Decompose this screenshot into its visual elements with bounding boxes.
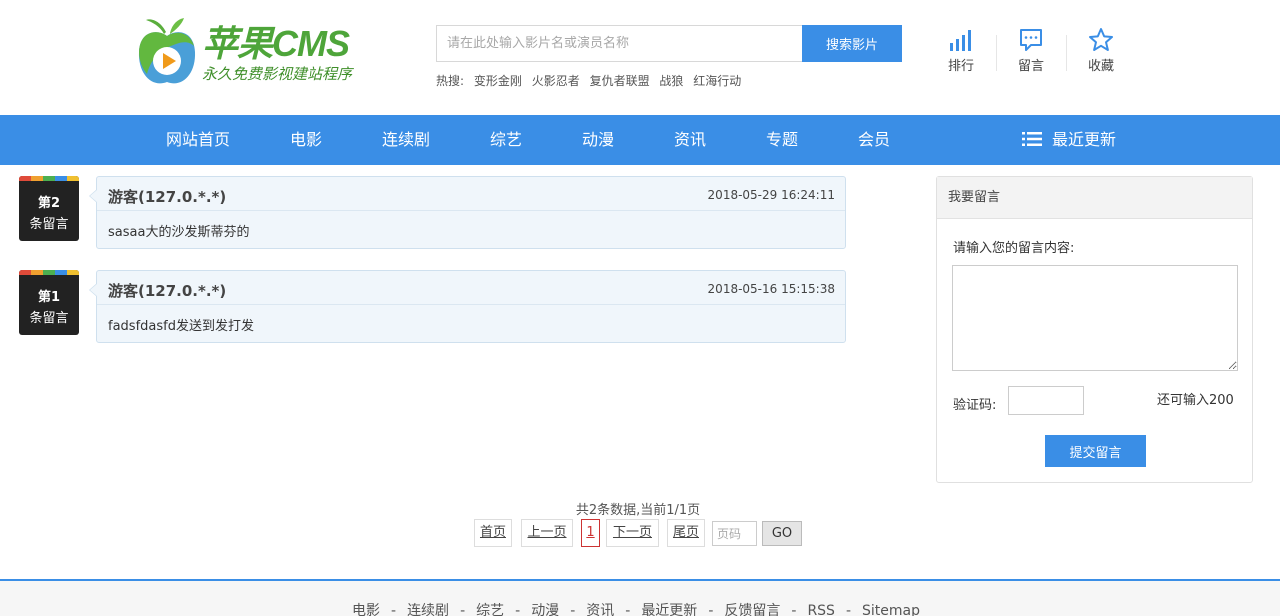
separator: - (391, 603, 397, 616)
separator: - (570, 603, 576, 616)
logo-title: 苹果CMS (202, 23, 350, 64)
go-button[interactable]: GO (762, 521, 802, 546)
message-time: 2018-05-16 15:15:38 (707, 282, 835, 296)
guestbook-link[interactable]: 留言 (1006, 27, 1056, 77)
prev-page-button[interactable]: 上一页 (521, 519, 573, 547)
message-item: 第2 条留言 游客(127.0.*.*) 2018-05-29 16:24:11… (19, 176, 847, 251)
message-number: 第2 (37, 196, 61, 211)
nav-item-anime[interactable]: 动漫 (582, 115, 614, 165)
ranking-link[interactable]: 排行 (936, 27, 986, 77)
message-icon (1020, 29, 1042, 51)
bar-chart-icon (950, 30, 971, 51)
message-header: 游客(127.0.*.*) 2018-05-16 15:15:38 (97, 271, 845, 305)
message-author: 游客(127.0.*.*) (108, 188, 227, 206)
message-textarea[interactable] (952, 265, 1238, 371)
footer-link-news[interactable]: 资讯 (586, 603, 614, 616)
content-label: 请输入您的留言内容: (953, 241, 1075, 256)
message-number-badge: 第2 条留言 (19, 176, 79, 241)
separator: - (625, 603, 631, 616)
site-logo[interactable]: 苹果CMS 永久免费影视建站程序 (136, 16, 376, 90)
separator: - (791, 603, 797, 616)
message-time: 2018-05-29 16:24:11 (707, 188, 835, 202)
separator: - (460, 603, 466, 616)
message-content: sasaa大的沙发斯蒂芬的 (108, 225, 250, 240)
nav-item-latest[interactable]: 最近更新 (1022, 115, 1116, 165)
search-button[interactable]: 搜索影片 (802, 25, 902, 62)
search-input[interactable] (436, 25, 802, 62)
separator: - (515, 603, 521, 616)
message-number-badge: 第1 条留言 (19, 270, 79, 335)
pagination-info: 共2条数据,当前1/1页 (575, 503, 701, 518)
hot-keyword[interactable]: 红海行动 (693, 74, 741, 88)
guestbook-label: 留言 (1017, 59, 1044, 74)
hot-keyword[interactable]: 战狼 (659, 74, 683, 88)
badge-stripe (19, 176, 79, 181)
current-page[interactable]: 1 (581, 519, 600, 547)
main-nav: 网站首页 电影 连续剧 综艺 动漫 资讯 专题 会员 最近更新 (0, 115, 1280, 165)
message-author: 游客(127.0.*.*) (108, 282, 227, 300)
submit-message-button[interactable]: 提交留言 (1045, 435, 1146, 467)
apple-logo-icon (138, 18, 196, 84)
footer-link-variety[interactable]: 综艺 (476, 603, 504, 616)
nav-item-variety[interactable]: 综艺 (490, 115, 522, 165)
message-bubble: 游客(127.0.*.*) 2018-05-29 16:24:11 sasaa大… (89, 176, 846, 249)
logo-subtitle: 永久免费影视建站程序 (202, 65, 353, 83)
message-header: 游客(127.0.*.*) 2018-05-29 16:24:11 (97, 177, 845, 211)
footer-link-anime[interactable]: 动漫 (531, 603, 559, 616)
footer-link-latest[interactable]: 最近更新 (641, 603, 697, 616)
footer-link-series[interactable]: 连续剧 (407, 603, 449, 616)
page-number-input[interactable] (712, 521, 757, 546)
hot-keyword[interactable]: 变形金刚 (474, 74, 522, 88)
footer-link-feedback[interactable]: 反馈留言 (724, 603, 780, 616)
site-header: 苹果CMS 永久免费影视建站程序 搜索影片 热搜: 变形金刚 火影忍者 复仇者联… (0, 0, 1280, 115)
message-number-suffix: 条留言 (29, 217, 69, 232)
site-footer: 电影 - 连续剧 - 综艺 - 动漫 - 资讯 - 最近更新 - 反馈留言 - RSS - Sitemap (0, 581, 1280, 616)
nav-item-member[interactable]: 会员 (858, 115, 890, 165)
hot-keyword[interactable]: 火影忍者 (532, 74, 580, 88)
footer-link-rss[interactable]: RSS (807, 603, 835, 616)
captcha-input[interactable] (1008, 386, 1084, 415)
footer-link-movie[interactable]: 电影 (352, 603, 380, 616)
nav-item-home[interactable]: 网站首页 (166, 115, 230, 165)
message-number-suffix: 条留言 (29, 311, 69, 326)
leave-message-panel: 我要留言 请输入您的留言内容: 验证码: 还可输入200 提交留言 (936, 176, 1253, 483)
nav-item-news[interactable]: 资讯 (674, 115, 706, 165)
last-page-button[interactable]: 尾页 (667, 519, 705, 547)
remaining-chars: 还可输入200 (1157, 393, 1234, 408)
panel-title: 我要留言 (937, 177, 1252, 219)
ranking-label: 排行 (947, 59, 974, 74)
badge-stripe (19, 270, 79, 275)
nav-latest-label: 最近更新 (1052, 130, 1117, 149)
hot-label: 热搜: (436, 74, 465, 88)
next-page-button[interactable]: 下一页 (606, 519, 659, 547)
first-page-button[interactable]: 首页 (474, 519, 512, 547)
nav-item-topic[interactable]: 专题 (766, 115, 798, 165)
message-item: 第1 条留言 游客(127.0.*.*) 2018-05-16 15:15:38… (19, 270, 847, 345)
hot-keyword[interactable]: 复仇者联盟 (590, 74, 650, 88)
nav-item-series[interactable]: 连续剧 (382, 115, 430, 165)
divider (996, 35, 997, 71)
separator: - (845, 603, 852, 616)
star-icon (1089, 28, 1113, 51)
separator: - (708, 603, 714, 616)
list-icon (1022, 132, 1042, 146)
nav-item-movie[interactable]: 电影 (290, 115, 322, 165)
message-number: 第1 (37, 290, 61, 305)
hot-searches: 热搜: 变形金刚 火影忍者 复仇者联盟 战狼 红海行动 (436, 72, 747, 89)
message-content: fadsfdasfd发送到发打发 (108, 319, 254, 334)
captcha-label: 验证码: (953, 398, 997, 413)
divider (1066, 35, 1067, 71)
message-bubble: 游客(127.0.*.*) 2018-05-16 15:15:38 fadsfd… (89, 270, 846, 343)
favorites-link[interactable]: 收藏 (1076, 27, 1126, 77)
search-bar: 搜索影片 (436, 25, 902, 62)
footer-link-sitemap[interactable]: Sitemap (862, 603, 920, 616)
favorites-label: 收藏 (1087, 59, 1114, 74)
footer-links: 电影 - 连续剧 - 综艺 - 动漫 - 资讯 - 最近更新 - 反馈留言 - RSS - Sitemap (0, 600, 1272, 616)
